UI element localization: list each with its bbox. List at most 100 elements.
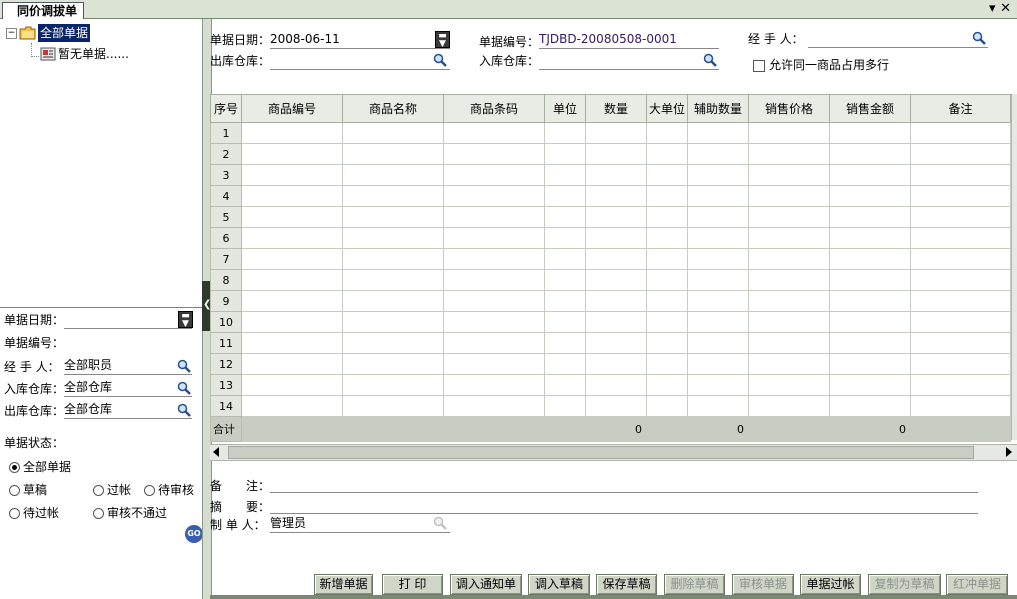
grid-cell[interactable] bbox=[748, 395, 830, 417]
column-header[interactable]: 数量 bbox=[585, 94, 647, 123]
grid-cell[interactable] bbox=[687, 185, 749, 207]
grid-cell[interactable] bbox=[544, 353, 586, 375]
summary-field[interactable] bbox=[270, 495, 978, 514]
column-header[interactable]: 单位 bbox=[544, 94, 586, 123]
grid-cell[interactable] bbox=[544, 227, 586, 249]
action-button[interactable]: 保存草稿 bbox=[596, 574, 657, 595]
grid-cell[interactable] bbox=[687, 332, 749, 354]
column-header[interactable]: 大单位 bbox=[646, 94, 688, 123]
grid-cell[interactable] bbox=[544, 206, 586, 228]
remark-field[interactable] bbox=[270, 474, 978, 493]
dropdown-icon[interactable]: ▬ ▼ bbox=[178, 311, 193, 329]
tree-root-all-documents[interactable]: 全部单据 bbox=[38, 24, 91, 42]
grid-cell[interactable] bbox=[342, 332, 444, 354]
grid-cell[interactable] bbox=[748, 122, 830, 144]
grid-cell[interactable] bbox=[342, 290, 444, 312]
grid-cell[interactable] bbox=[829, 227, 911, 249]
grid-cell[interactable] bbox=[748, 164, 830, 186]
grid-cell[interactable] bbox=[342, 143, 444, 165]
dropdown-icon[interactable]: ▬ ▼ bbox=[435, 31, 450, 49]
table-row[interactable]: 4 bbox=[210, 185, 1011, 207]
grid-cell[interactable] bbox=[829, 332, 911, 354]
grid-cell[interactable] bbox=[829, 185, 911, 207]
grid-cell[interactable] bbox=[443, 374, 545, 396]
grid-cell[interactable] bbox=[342, 206, 444, 228]
grid-cell[interactable] bbox=[585, 185, 647, 207]
grid-cell[interactable] bbox=[544, 122, 586, 144]
menu-dropdown-icon[interactable]: ▾ bbox=[989, 1, 996, 16]
grid-cell[interactable] bbox=[241, 374, 343, 396]
grid-cell[interactable] bbox=[646, 353, 688, 375]
grid-cell[interactable] bbox=[910, 248, 1011, 270]
grid-cell[interactable] bbox=[910, 227, 1011, 249]
header-date-field[interactable]: 2008-06-11 bbox=[270, 30, 450, 49]
grid-cell[interactable] bbox=[687, 290, 749, 312]
column-header[interactable]: 商品名称 bbox=[342, 94, 444, 123]
grid-cell[interactable] bbox=[585, 332, 647, 354]
grid-cell[interactable] bbox=[544, 311, 586, 333]
grid-cell[interactable] bbox=[241, 353, 343, 375]
grid-cell[interactable] bbox=[829, 353, 911, 375]
grid-cell[interactable] bbox=[544, 332, 586, 354]
grid-cell[interactable] bbox=[829, 374, 911, 396]
grid-cell[interactable] bbox=[342, 395, 444, 417]
action-button[interactable]: 审核单据 bbox=[732, 574, 794, 595]
filter-number-field[interactable] bbox=[64, 333, 192, 351]
action-button[interactable]: 打 印 bbox=[382, 574, 443, 595]
grid-cell[interactable] bbox=[443, 122, 545, 144]
action-button[interactable]: 单据过帐 bbox=[800, 574, 861, 595]
action-button[interactable]: 调入草稿 bbox=[528, 574, 590, 595]
grid-cell[interactable] bbox=[585, 374, 647, 396]
grid-cell[interactable] bbox=[748, 311, 830, 333]
grid-cell[interactable] bbox=[443, 311, 545, 333]
action-button[interactable]: 复制为草稿 bbox=[868, 574, 941, 595]
column-header[interactable]: 销售金额 bbox=[829, 94, 911, 123]
grid-cell[interactable] bbox=[910, 164, 1011, 186]
table-row[interactable]: 8 bbox=[210, 269, 1011, 291]
status-radio-review-failed[interactable]: 审核不通过 bbox=[93, 504, 167, 521]
grid-cell[interactable] bbox=[241, 248, 343, 270]
status-radio-draft[interactable]: 草稿 bbox=[9, 481, 47, 498]
grid-cell[interactable] bbox=[443, 185, 545, 207]
grid-cell[interactable] bbox=[646, 122, 688, 144]
allow-multi-row-checkbox[interactable]: 允许同一商品占用多行 bbox=[753, 56, 889, 73]
grid-cell[interactable] bbox=[544, 164, 586, 186]
grid-cell[interactable] bbox=[748, 374, 830, 396]
grid-cell[interactable] bbox=[748, 332, 830, 354]
status-radio-all[interactable]: 全部单据 bbox=[9, 458, 71, 475]
grid-cell[interactable] bbox=[687, 164, 749, 186]
grid-cell[interactable] bbox=[241, 122, 343, 144]
magnifier-icon[interactable] bbox=[703, 53, 717, 67]
grid-cell[interactable] bbox=[585, 164, 647, 186]
grid-cell[interactable] bbox=[646, 395, 688, 417]
filter-handler-field[interactable]: 全部职员 bbox=[64, 356, 192, 375]
grid-cell[interactable] bbox=[342, 248, 444, 270]
grid-cell[interactable] bbox=[544, 248, 586, 270]
grid-cell[interactable] bbox=[544, 290, 586, 312]
grid-cell[interactable] bbox=[342, 311, 444, 333]
grid-cell[interactable] bbox=[748, 206, 830, 228]
grid-cell[interactable] bbox=[687, 353, 749, 375]
grid-cell[interactable] bbox=[910, 122, 1011, 144]
grid-cell[interactable] bbox=[443, 332, 545, 354]
grid-cell[interactable] bbox=[646, 185, 688, 207]
grid-cell[interactable] bbox=[687, 311, 749, 333]
grid-cell[interactable] bbox=[443, 227, 545, 249]
grid-cell[interactable] bbox=[585, 248, 647, 270]
grid-cell[interactable] bbox=[646, 143, 688, 165]
magnifier-icon[interactable] bbox=[177, 403, 191, 417]
grid-cell[interactable] bbox=[829, 248, 911, 270]
column-header[interactable]: 销售价格 bbox=[748, 94, 830, 123]
grid-cell[interactable] bbox=[443, 248, 545, 270]
grid-cell[interactable] bbox=[910, 269, 1011, 291]
grid-cell[interactable] bbox=[241, 269, 343, 291]
go-button[interactable]: GO bbox=[185, 525, 203, 543]
grid-cell[interactable] bbox=[748, 227, 830, 249]
grid-cell[interactable] bbox=[241, 227, 343, 249]
grid-cell[interactable] bbox=[241, 143, 343, 165]
column-header[interactable]: 序号 bbox=[210, 94, 242, 123]
grid-cell[interactable] bbox=[687, 227, 749, 249]
grid-cell[interactable] bbox=[910, 206, 1011, 228]
table-row[interactable]: 12 bbox=[210, 353, 1011, 375]
grid-cell[interactable] bbox=[241, 206, 343, 228]
